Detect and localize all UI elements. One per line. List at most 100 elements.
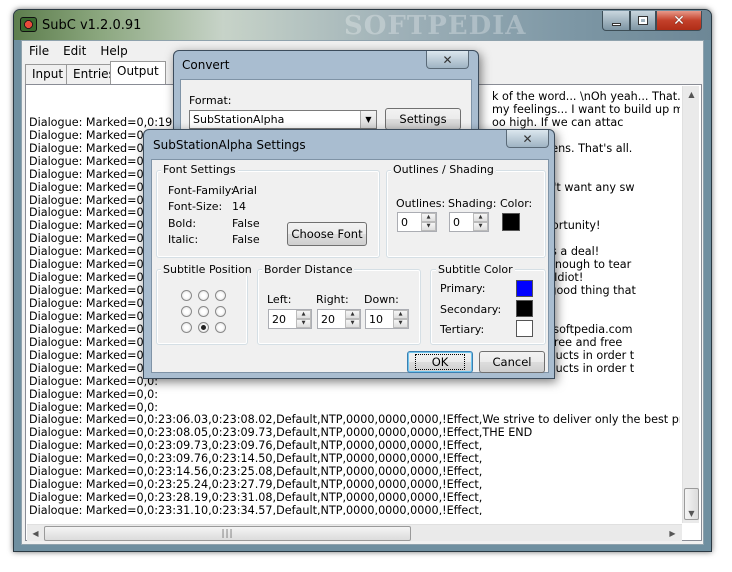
position-radio-middle-left[interactable] <box>181 306 192 317</box>
output-line: Dialogue: Marked=0,0:23:31.10,0:23:34.57… <box>29 504 483 515</box>
outlines-value: 0 <box>401 215 408 229</box>
shading-label: Shading: <box>448 197 497 210</box>
menu-bar: File Edit Help <box>22 43 135 61</box>
shading-value: 0 <box>453 215 460 229</box>
spin-up-icon[interactable]: ▲ <box>473 213 488 222</box>
font-settings-label: Font Settings <box>161 163 238 176</box>
chevron-down-icon[interactable]: ▼ <box>360 111 376 128</box>
horizontal-scrollbar[interactable]: ◀ ||| ▶ <box>27 524 682 541</box>
minimize-button[interactable] <box>602 11 630 31</box>
ssa-close-button[interactable]: ✕ <box>506 130 549 148</box>
horizontal-scroll-thumb[interactable]: ||| <box>44 526 411 541</box>
secondary-color-swatch[interactable] <box>516 300 533 317</box>
close-icon: ✕ <box>442 52 453 67</box>
spin-up-icon[interactable]: ▲ <box>393 310 408 319</box>
ok-button-label: OK <box>414 354 466 370</box>
primary-label: Primary: <box>440 282 486 295</box>
border-distance-group <box>257 269 421 345</box>
secondary-label: Secondary: <box>440 303 502 316</box>
spin-down-icon[interactable]: ▼ <box>393 319 408 328</box>
position-radio-middle-right[interactable] <box>215 306 226 317</box>
maximize-button[interactable] <box>630 11 656 31</box>
title-bar[interactable]: SOFTPEDIA SubC v1.2.0.91 ✕ <box>14 10 711 41</box>
position-radio-top-left[interactable] <box>181 290 192 301</box>
app-icon[interactable] <box>20 17 37 32</box>
window-title: SubC v1.2.0.91 <box>42 18 142 33</box>
spin-down-icon[interactable]: ▼ <box>345 319 360 328</box>
format-select[interactable]: SubStationAlpha ▼ <box>189 110 377 129</box>
cancel-button[interactable]: Cancel <box>479 351 545 373</box>
font-family-value: Arial <box>232 184 257 197</box>
spin-up-icon[interactable]: ▲ <box>296 310 311 319</box>
position-radio-bottom-center[interactable] <box>198 322 209 333</box>
italic-value: False <box>232 233 260 246</box>
format-select-value: SubStationAlpha <box>193 113 285 126</box>
vertical-scrollbar[interactable]: ▲ ▼ <box>682 86 699 523</box>
output-line-fragment: k of the word... \nOh yeah... That.. Tha… <box>492 91 680 103</box>
spin-down-icon[interactable]: ▼ <box>296 319 311 328</box>
softpedia-watermark: SOFTPEDIA <box>344 11 527 41</box>
ok-button[interactable]: OK <box>407 351 473 373</box>
tab-input[interactable]: Input <box>25 64 71 84</box>
subtitle-position-label: Subtitle Position <box>161 263 254 276</box>
shading-spinner[interactable]: 0 ▲ ▼ <box>449 212 489 232</box>
outline-color-swatch[interactable] <box>502 213 520 231</box>
spin-up-icon[interactable]: ▲ <box>421 213 436 222</box>
outlines-spinner[interactable]: 0 ▲ ▼ <box>397 212 437 232</box>
down-spinner[interactable]: 10 ▲ ▼ <box>365 309 409 329</box>
format-label: Format: <box>189 94 232 107</box>
left-label: Left: <box>267 293 292 306</box>
right-spinner[interactable]: 20 ▲ ▼ <box>317 309 361 329</box>
position-radio-bottom-left[interactable] <box>181 322 192 333</box>
tertiary-color-swatch[interactable] <box>516 320 533 337</box>
tab-output[interactable]: Output <box>110 61 166 85</box>
right-label: Right: <box>316 293 349 306</box>
output-line-fragment: oo high. If we can attac <box>492 115 624 129</box>
tertiary-label: Tertiary: <box>440 323 485 336</box>
scroll-right-arrow-icon[interactable]: ▶ <box>665 526 680 541</box>
down-value: 10 <box>369 312 383 326</box>
subtitle-color-label: Subtitle Color <box>436 263 515 276</box>
position-radio-middle-center[interactable] <box>198 306 209 317</box>
ssa-dialog-title: SubStationAlpha Settings <box>153 138 306 152</box>
output-line-fragment: my feelings... I want to build up my bit… <box>492 102 680 116</box>
scroll-down-arrow-icon[interactable]: ▼ <box>684 506 699 521</box>
outline-color-label: Color: <box>500 197 533 210</box>
settings-button[interactable]: Settings <box>385 108 461 130</box>
close-icon: ✕ <box>673 12 685 29</box>
spin-up-icon[interactable]: ▲ <box>345 310 360 319</box>
convert-dialog-title: Convert <box>182 58 230 72</box>
close-icon: ✕ <box>522 131 533 146</box>
italic-label: Italic: <box>168 233 199 246</box>
scroll-up-arrow-icon[interactable]: ▲ <box>684 87 699 102</box>
maximize-icon <box>638 16 648 25</box>
close-button[interactable]: ✕ <box>656 11 702 31</box>
menu-help[interactable]: Help <box>93 43 134 61</box>
ssa-settings-dialog: SubStationAlpha Settings ✕ Font Settings… <box>143 129 555 379</box>
border-distance-label: Border Distance <box>262 263 355 276</box>
left-value: 20 <box>272 312 286 326</box>
position-radio-top-right[interactable] <box>215 290 226 301</box>
menu-file[interactable]: File <box>22 43 56 61</box>
right-value: 20 <box>321 312 335 326</box>
primary-color-swatch[interactable] <box>516 280 533 297</box>
spin-down-icon[interactable]: ▼ <box>473 222 488 231</box>
bold-label: Bold: <box>168 217 197 230</box>
outlines-shading-label: Outlines / Shading <box>391 163 496 176</box>
choose-font-button[interactable]: Choose Font <box>287 222 367 246</box>
ssa-dialog-body: Font Settings Font-Family: Arial Font-Si… <box>151 159 549 373</box>
position-radio-top-center[interactable] <box>198 290 209 301</box>
left-spinner[interactable]: 20 ▲ ▼ <box>268 309 312 329</box>
bold-value: False <box>232 217 260 230</box>
minimize-icon <box>611 23 621 26</box>
scroll-left-arrow-icon[interactable]: ◀ <box>28 526 43 541</box>
spin-down-icon[interactable]: ▼ <box>421 222 436 231</box>
down-label: Down: <box>364 293 399 306</box>
position-radio-bottom-right[interactable] <box>215 322 226 333</box>
font-family-label: Font-Family: <box>168 184 235 197</box>
menu-edit[interactable]: Edit <box>56 43 93 61</box>
font-size-value: 14 <box>232 200 246 213</box>
font-size-label: Font-Size: <box>168 200 223 213</box>
convert-close-button[interactable]: ✕ <box>426 51 469 69</box>
outlines-label: Outlines: <box>396 197 446 210</box>
